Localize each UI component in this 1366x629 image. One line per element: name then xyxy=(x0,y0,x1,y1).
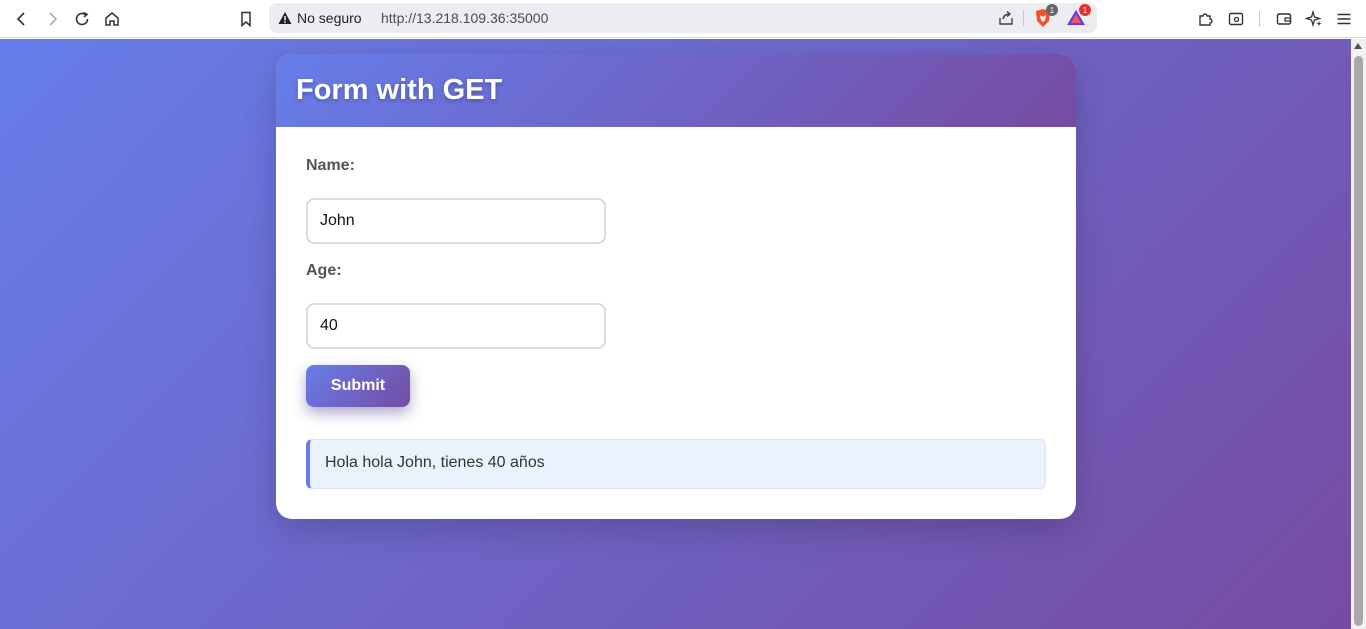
form-card: Form with GET Name: John Age: 40 Submit … xyxy=(276,54,1076,519)
home-icon[interactable] xyxy=(100,7,124,31)
leo-ai-icon[interactable] xyxy=(1302,7,1326,31)
vertical-scrollbar[interactable] xyxy=(1351,39,1366,629)
card-header: Form with GET xyxy=(276,54,1076,127)
brave-rewards-icon[interactable]: 1 xyxy=(1065,4,1091,29)
scroll-thumb[interactable] xyxy=(1354,56,1363,626)
address-bar[interactable]: No seguro http://13.218.109.36:35000 1 1 xyxy=(269,3,1097,33)
security-label[interactable]: No seguro xyxy=(297,10,362,26)
share-icon[interactable] xyxy=(997,9,1015,27)
browser-toolbar: No seguro http://13.218.109.36:35000 1 1 xyxy=(0,0,1366,38)
wallet-icon[interactable] xyxy=(1272,7,1296,31)
url-divider xyxy=(1023,10,1024,26)
brave-badge: 1 xyxy=(1046,4,1058,16)
page-title: Form with GET xyxy=(296,74,503,106)
scroll-up-arrow[interactable] xyxy=(1354,43,1362,49)
menu-icon[interactable] xyxy=(1332,7,1356,31)
age-input[interactable]: 40 xyxy=(306,303,606,349)
reload-icon[interactable] xyxy=(70,7,94,31)
toolbar-divider xyxy=(1259,11,1260,27)
url-text[interactable]: http://13.218.109.36:35000 xyxy=(381,10,548,26)
submit-button[interactable]: Submit xyxy=(306,365,410,407)
alert-badge: 1 xyxy=(1079,4,1091,16)
extensions-icon[interactable] xyxy=(1194,7,1218,31)
bookmark-icon[interactable] xyxy=(234,7,258,31)
forward-icon[interactable] xyxy=(40,7,64,31)
brave-shield-icon[interactable]: 1 xyxy=(1032,4,1058,29)
name-input[interactable]: John xyxy=(306,198,606,244)
name-label: Name: xyxy=(306,157,355,174)
result-message: Hola hola John, tienes 40 años xyxy=(306,439,1046,489)
warning-icon xyxy=(278,12,292,24)
back-icon[interactable] xyxy=(10,7,34,31)
reader-icon[interactable] xyxy=(1224,7,1248,31)
page-viewport: Form with GET Name: John Age: 40 Submit … xyxy=(0,39,1351,629)
age-label: Age: xyxy=(306,262,342,279)
